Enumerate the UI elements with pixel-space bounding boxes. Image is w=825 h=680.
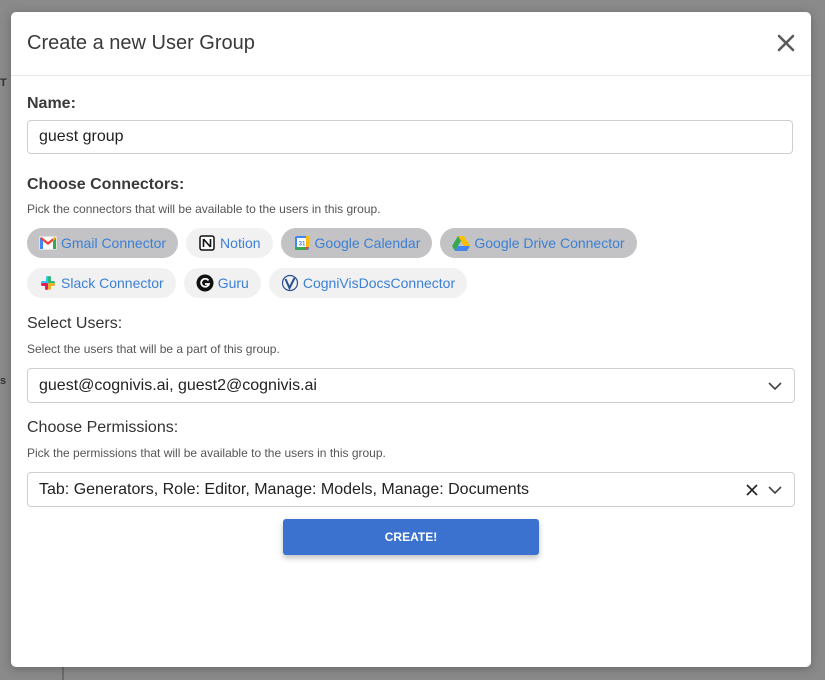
connector-label: Slack Connector (61, 275, 164, 291)
users-label: Select Users: (27, 315, 123, 332)
slack-icon (39, 274, 57, 292)
cognivis-icon (281, 274, 299, 292)
users-select[interactable]: guest@cognivis.ai, guest2@cognivis.ai (27, 368, 795, 403)
close-icon (777, 34, 795, 52)
connector-chip-notion[interactable]: Notion (186, 228, 273, 258)
name-label: Name: (27, 95, 76, 112)
notion-icon (198, 234, 216, 252)
permissions-select-value: Tab: Generators, Role: Editor, Manage: M… (39, 480, 530, 498)
guru-icon (196, 274, 214, 292)
group-name-input[interactable] (27, 120, 793, 154)
connector-chip-slack[interactable]: Slack Connector (27, 268, 176, 298)
connector-label: CogniVisDocsConnector (302, 275, 456, 291)
connector-chip-cognivis-docs[interactable]: CogniVisDocsConnector (268, 268, 468, 298)
users-select-value: guest@cognivis.ai, guest2@cognivis.ai (39, 376, 317, 394)
create-button[interactable]: CREATE! (283, 519, 539, 555)
svg-text:31: 31 (298, 242, 305, 248)
connector-label: Notion (220, 235, 261, 251)
modal-header: Create a new User Group (11, 12, 811, 76)
permissions-help-text: Pick the permissions that will be availa… (27, 446, 386, 460)
connector-chip-google-drive[interactable]: Google Drive Connector (440, 228, 637, 258)
connectors-row-2: Slack Connector Guru CogniVisDocsConnect… (27, 268, 468, 298)
connector-label: Google Calendar (314, 235, 421, 251)
connector-label: Gmail Connector (61, 235, 167, 251)
google-drive-icon (452, 234, 471, 252)
background-fragment: T (0, 77, 7, 89)
chevron-down-icon[interactable] (767, 485, 783, 495)
connectors-label: Choose Connectors: (27, 176, 185, 193)
connector-label: Guru (217, 275, 249, 291)
background-fragment: s (0, 375, 7, 387)
clear-icon[interactable] (745, 483, 759, 497)
connectors-row-1: Gmail Connector Notion 31 Google Calenda… (27, 228, 637, 258)
permissions-select[interactable]: Tab: Generators, Role: Editor, Manage: M… (27, 472, 795, 507)
create-user-group-modal: Create a new User Group Name: Choose Con… (11, 12, 811, 667)
connector-chip-guru[interactable]: Guru (183, 268, 261, 298)
close-button[interactable] (775, 32, 797, 54)
gmail-icon (39, 234, 57, 252)
connector-label: Google Drive Connector (474, 235, 625, 251)
users-help-text: Select the users that will be a part of … (27, 342, 280, 356)
permissions-label: Choose Permissions: (27, 419, 179, 436)
chevron-down-icon[interactable] (767, 381, 783, 391)
modal-title: Create a new User Group (27, 32, 255, 54)
google-calendar-icon: 31 (293, 234, 311, 252)
connector-chip-gmail[interactable]: Gmail Connector (27, 228, 179, 258)
connectors-help-text: Pick the connectors that will be availab… (27, 202, 381, 216)
connector-chip-google-calendar[interactable]: 31 Google Calendar (280, 228, 433, 258)
